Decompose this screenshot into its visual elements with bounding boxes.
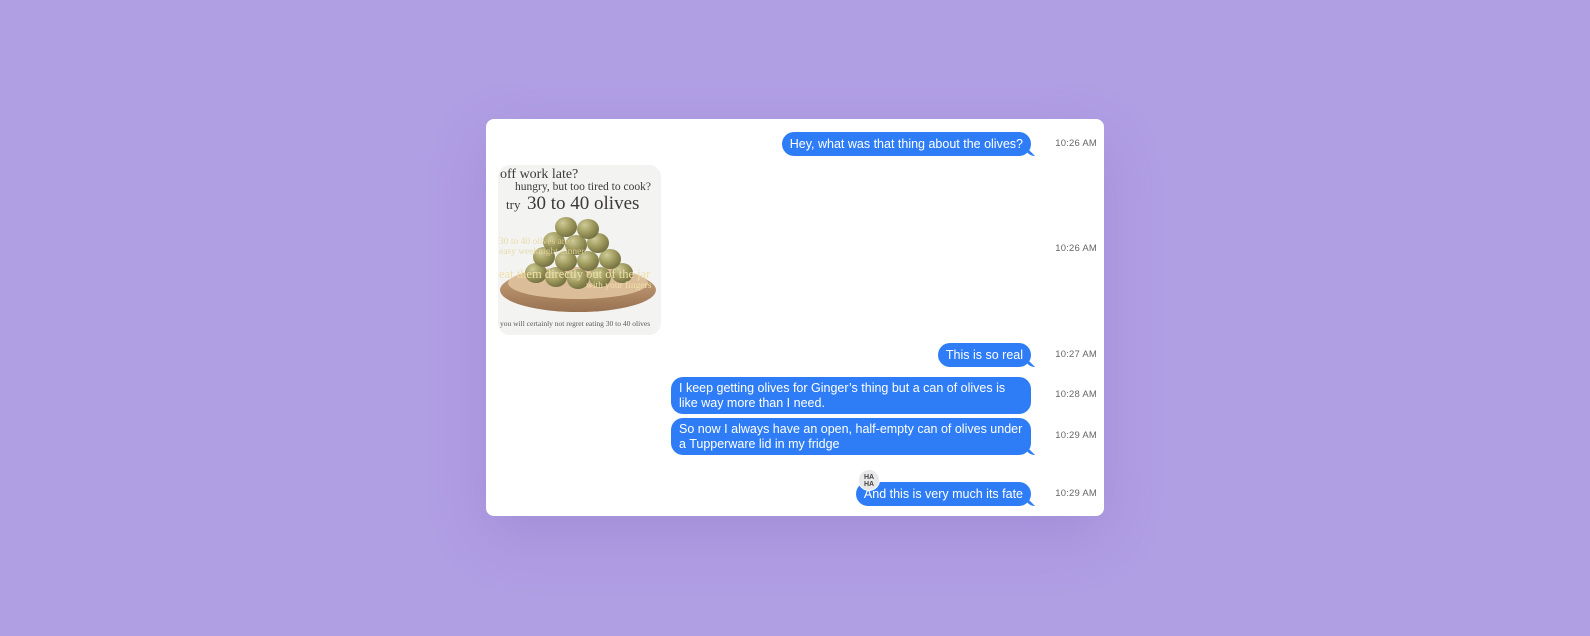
message-timestamp: 10:29 AM	[1055, 430, 1097, 441]
meme-line-3-main: 30 to 40 olives	[527, 193, 640, 214]
message-timestamp: 10:29 AM	[1055, 488, 1097, 499]
message-timestamp: 10:27 AM	[1055, 349, 1097, 360]
conversation-panel: Hey, what was that thing about the olive…	[486, 119, 1104, 516]
message-bubble[interactable]: I keep getting olives for Ginger’s thing…	[671, 377, 1031, 414]
message-timestamp: 10:26 AM	[1055, 138, 1097, 149]
message-bubble[interactable]: This is so real	[937, 343, 1031, 367]
message-bubble[interactable]: And this is very much its fate	[855, 482, 1031, 506]
message-timestamp: 10:26 AM	[1055, 243, 1097, 254]
meme-overlay-2: easy weeknight dinner	[499, 247, 585, 257]
meme-line-3-prefix: try	[506, 197, 521, 212]
message-bubble[interactable]: Hey, what was that thing about the olive…	[781, 132, 1031, 156]
meme-footer: you will certainly not regret eating 30 …	[500, 319, 651, 328]
olive-meme-image[interactable]: off work late? hungry, but too tired to …	[498, 165, 661, 335]
meme-line-2: hungry, but too tired to cook?	[515, 181, 651, 193]
meme-overlay-3: eat them directly out of the jar	[499, 267, 651, 281]
haha-tapback-icon[interactable]: HA HA	[858, 469, 880, 491]
meme-overlay-4: with your fingers	[586, 281, 652, 291]
message-timestamp: 10:28 AM	[1055, 389, 1097, 400]
message-bubble[interactable]: So now I always have an open, half-empty…	[671, 418, 1031, 455]
meme-overlay-1: 30 to 40 olives are	[499, 237, 570, 247]
